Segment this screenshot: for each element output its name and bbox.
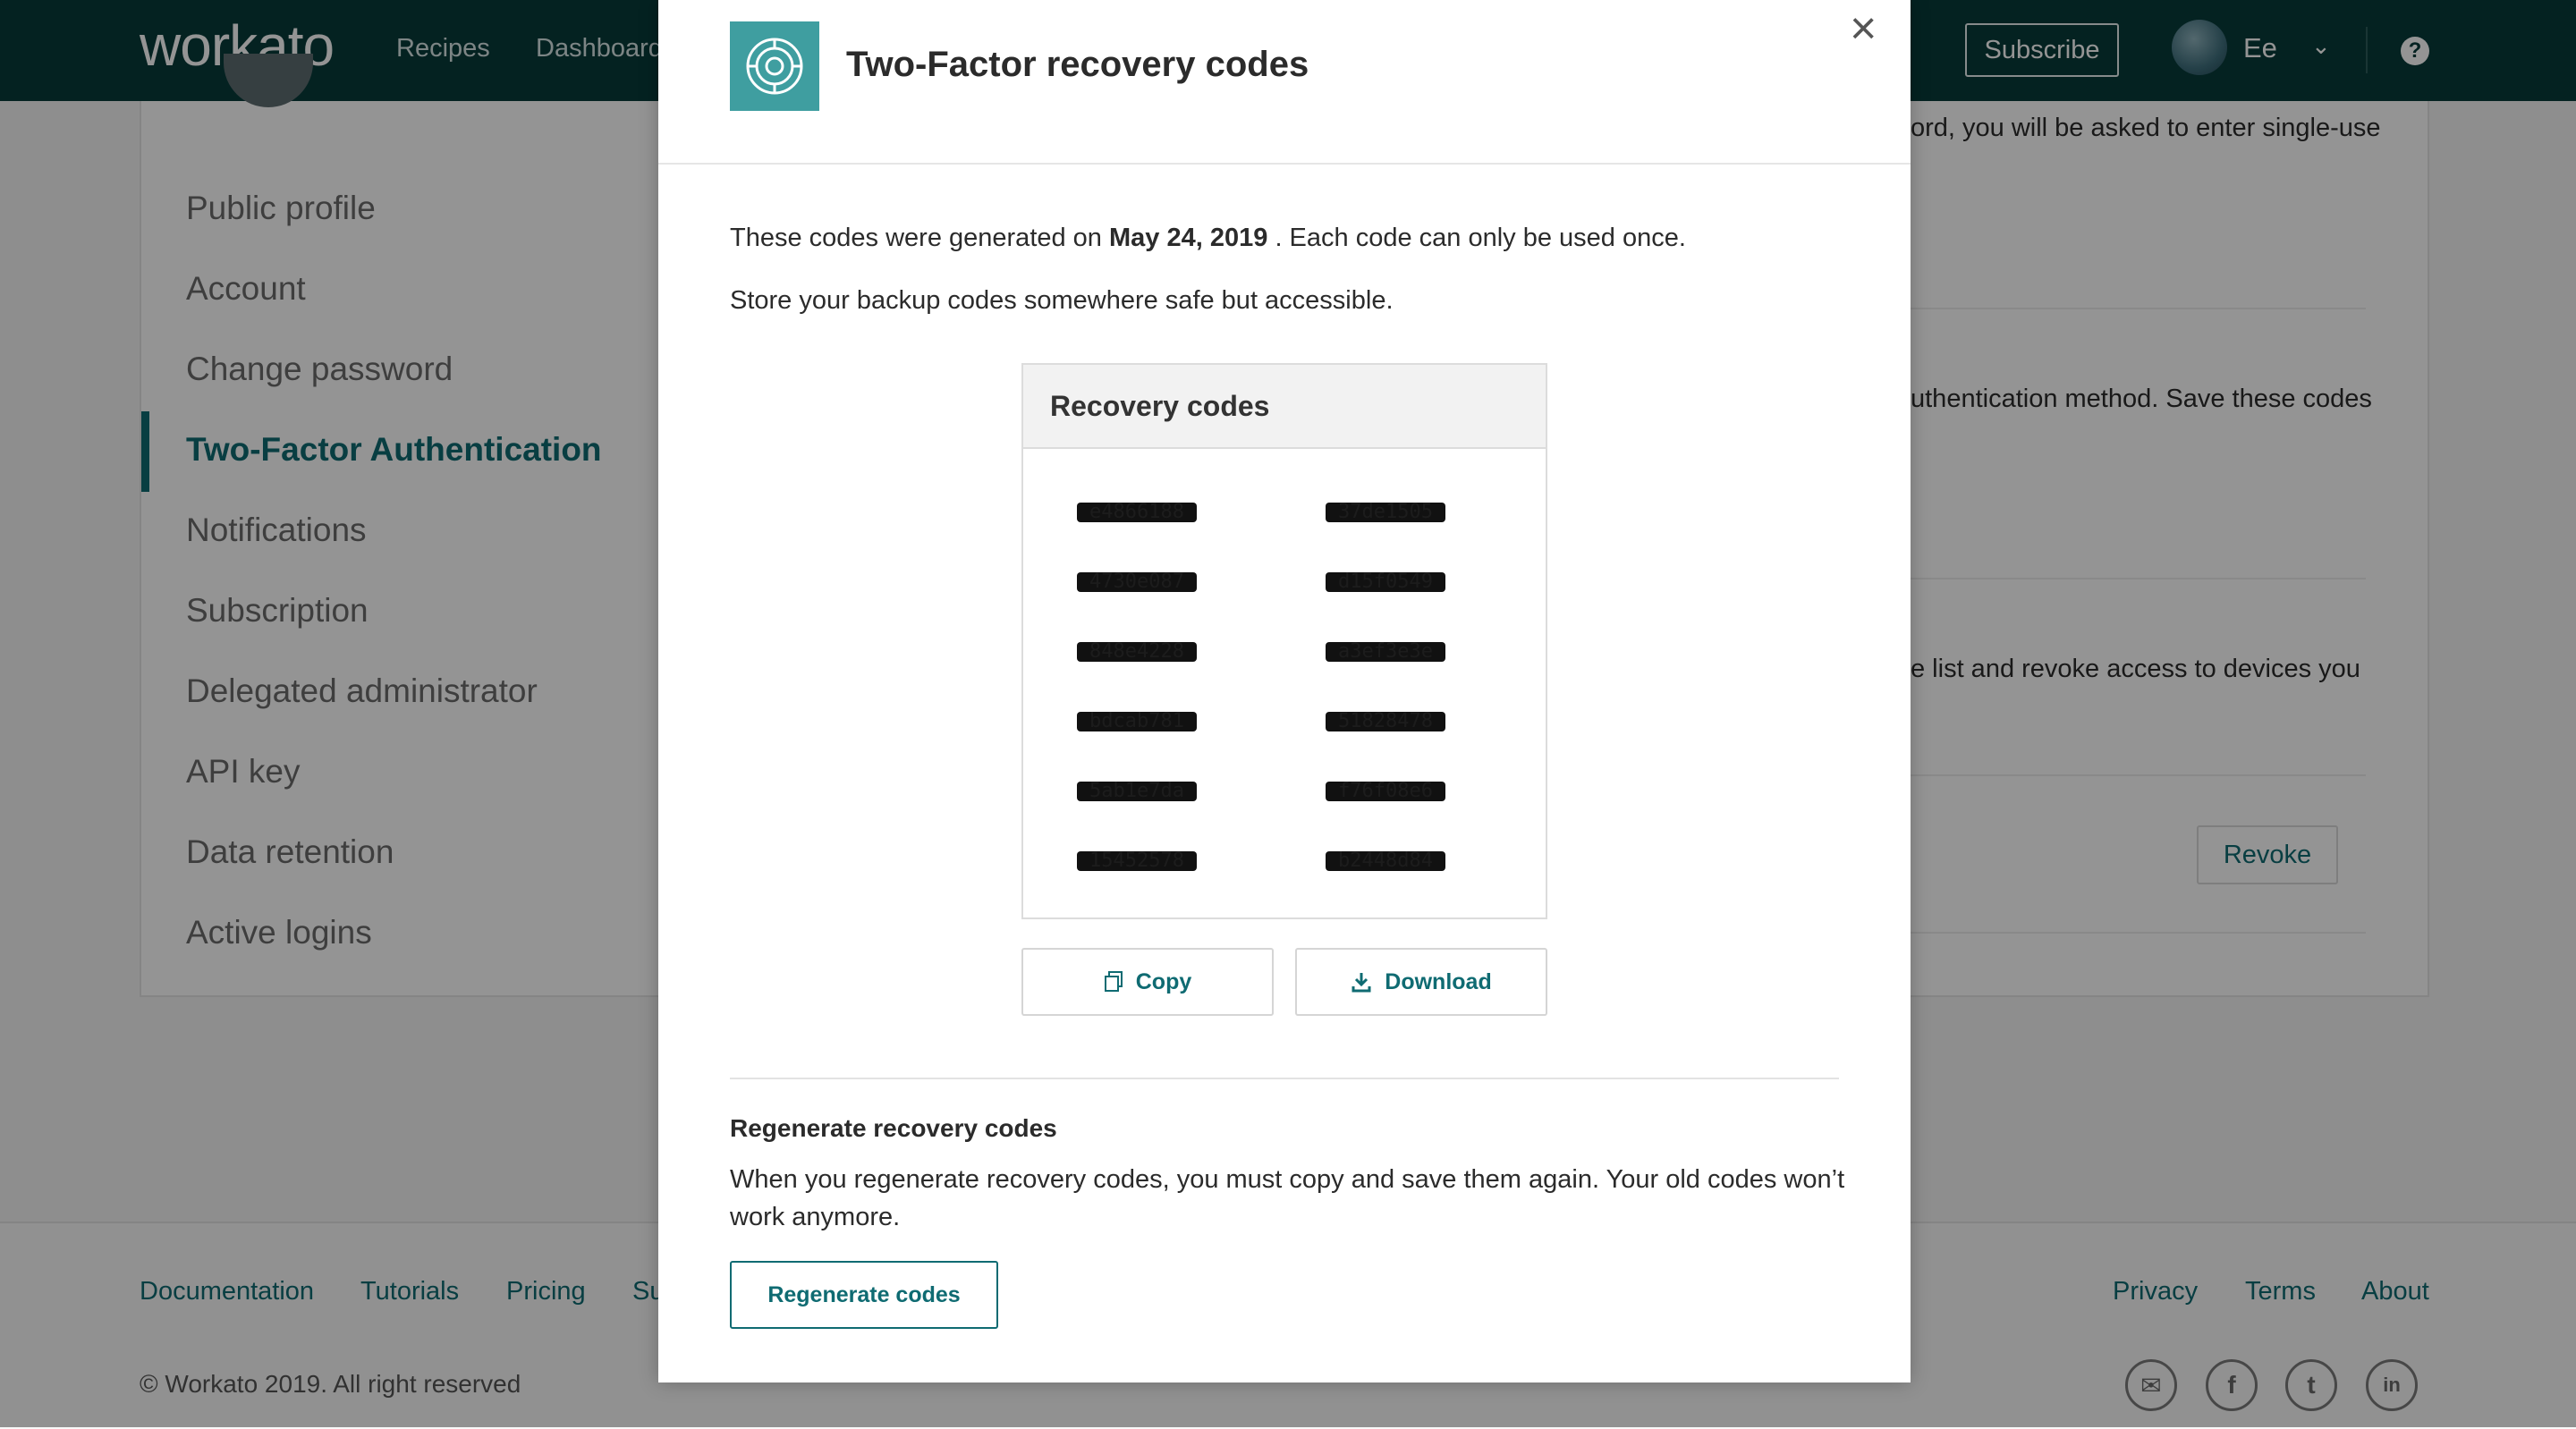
recovery-code: 4730e087 [1077, 572, 1197, 592]
generated-prefix: These codes were generated on [730, 224, 1102, 252]
copy-label: Copy [1135, 968, 1192, 994]
recovery-code: d15f0549 [1326, 572, 1445, 592]
regenerate-title: Regenerate recovery codes [730, 1114, 1057, 1142]
generated-date: May 24, 2019 [1109, 224, 1268, 252]
copy-button[interactable]: Copy [1021, 948, 1274, 1016]
regenerate-description: When you regenerate recovery codes, you … [730, 1165, 1845, 1231]
safe-icon [730, 21, 819, 111]
modal-divider [730, 1078, 1839, 1079]
close-icon[interactable]: × [1850, 5, 1877, 52]
recovery-code: b2448d84 [1326, 851, 1445, 871]
recovery-code: 37de1505 [1326, 503, 1445, 522]
recovery-code: 5ab1e7da [1077, 782, 1197, 801]
download-icon [1352, 973, 1371, 993]
recovery-code: 848e4228 [1077, 642, 1197, 662]
generated-suffix: . Each code can only be used once. [1275, 224, 1686, 252]
recovery-code: a3ef3e3e [1326, 642, 1445, 662]
recovery-codes-modal: Two-Factor recovery codes × These codes … [658, 0, 1911, 1382]
regenerate-codes-button[interactable]: Regenerate codes [730, 1261, 998, 1329]
copy-icon [1104, 971, 1123, 992]
recovery-code: 15452578 [1077, 851, 1197, 871]
download-button[interactable]: Download [1295, 948, 1547, 1016]
store-instructions: Store your backup codes somewhere safe b… [730, 286, 1394, 315]
recovery-codes-heading: Recovery codes [1023, 365, 1546, 449]
recovery-code: e4866188 [1077, 503, 1197, 522]
recovery-codes-box: Recovery codes e4866188 37de1505 4730e08… [1021, 363, 1547, 919]
modal-header: Two-Factor recovery codes × [658, 0, 1911, 165]
recovery-code: bdcab781 [1077, 712, 1197, 731]
modal-title: Two-Factor recovery codes [846, 45, 1309, 84]
generated-info: These codes were generated on May 24, 20… [730, 224, 1686, 253]
recovery-code: f76f08e6 [1326, 782, 1445, 801]
recovery-code: 51828478 [1326, 712, 1445, 731]
download-label: Download [1385, 968, 1492, 994]
